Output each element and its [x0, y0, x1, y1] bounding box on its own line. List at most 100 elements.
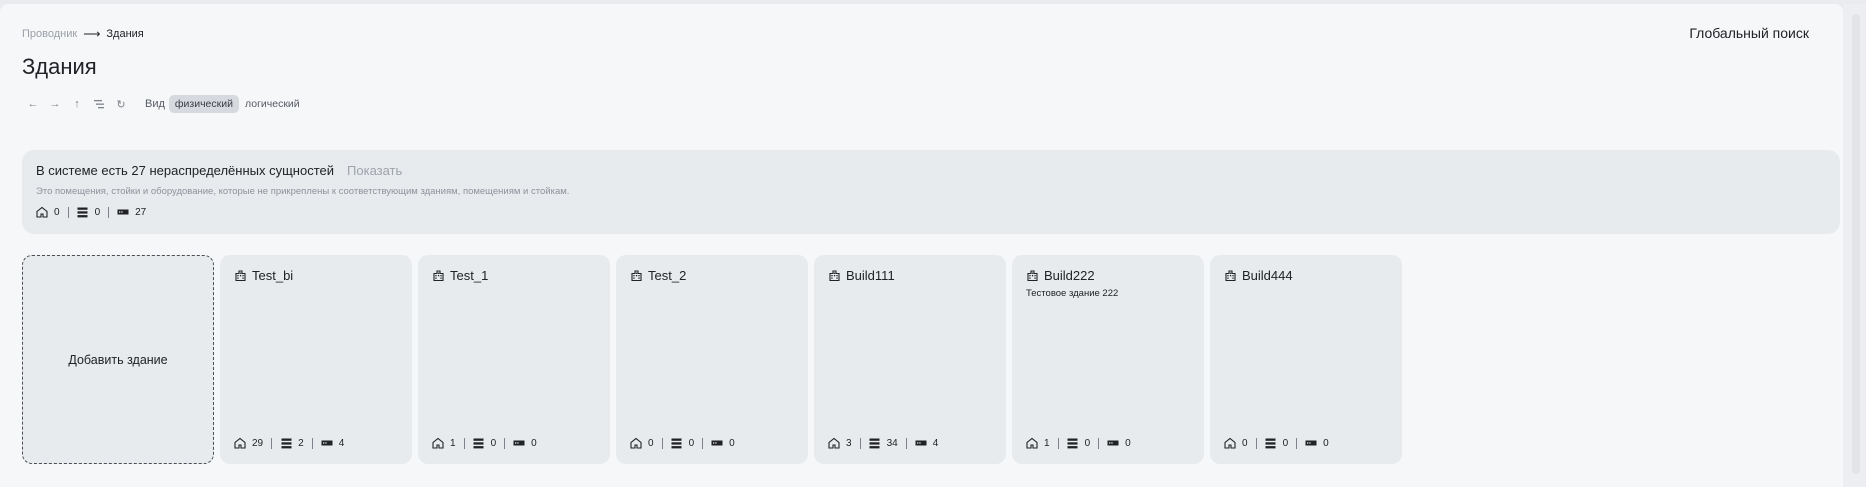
- rooms-count: 1: [1044, 437, 1050, 449]
- page-title: Здания: [22, 54, 97, 79]
- building-card[interactable]: Build444 0 0 0: [1210, 255, 1402, 464]
- breadcrumb-arrow-icon: ⟶: [83, 27, 101, 41]
- view-label: Вид: [145, 98, 165, 110]
- divider: [271, 437, 273, 449]
- building-name: Test_bi: [252, 268, 294, 283]
- building-name: Build111: [846, 268, 895, 283]
- building-name: Test_1: [450, 268, 489, 283]
- unassigned-entities-banner: В системе есть 27 нераспределённых сущно…: [22, 150, 1840, 234]
- device-icon: [1107, 437, 1119, 449]
- rooms-stat: 3: [828, 437, 852, 449]
- divider: [504, 437, 506, 449]
- devices-count: 0: [1323, 437, 1329, 449]
- rack-icon: [1265, 437, 1277, 449]
- divider: [1057, 437, 1059, 449]
- devices-stat: 4: [915, 437, 939, 449]
- racks-stat: 0: [77, 206, 101, 218]
- banner-show-link[interactable]: Показать: [347, 163, 402, 178]
- divider: [905, 437, 907, 449]
- tree-icon-glyph: [94, 99, 104, 108]
- forward-icon[interactable]: →: [44, 94, 66, 114]
- building-stats: 0 0 0: [1224, 437, 1329, 449]
- racks-count: 0: [1282, 437, 1289, 449]
- devices-stat: 0: [711, 437, 735, 449]
- divider: [1098, 437, 1100, 449]
- add-building-button[interactable]: Добавить здание: [22, 255, 214, 464]
- rooms-stat: 29: [234, 437, 263, 449]
- building-name: Build222: [1044, 268, 1095, 283]
- refresh-icon[interactable]: ↻: [110, 94, 132, 114]
- building-card[interactable]: Build222 Тестовое здание 222 1 0 0: [1012, 255, 1204, 464]
- banner-title-row: В системе есть 27 нераспределённых сущно…: [36, 163, 402, 178]
- device-icon: [513, 437, 525, 449]
- divider: [108, 206, 110, 218]
- view-physical-toggle[interactable]: физический: [168, 95, 239, 113]
- breadcrumb-current: Здания: [106, 28, 144, 40]
- room-icon: [432, 437, 444, 449]
- building-card[interactable]: Test_1 1 0 0: [418, 255, 610, 464]
- building-card-header: Test_2: [630, 268, 686, 283]
- devices-count: 0: [729, 437, 735, 449]
- add-building-label: Добавить здание: [68, 352, 168, 367]
- devices-count: 0: [531, 437, 537, 449]
- rooms-stat: 0: [36, 206, 60, 218]
- divider: [463, 437, 465, 449]
- racks-count: 2: [298, 437, 304, 449]
- room-icon: [36, 206, 48, 218]
- rooms-stat: 1: [432, 437, 456, 449]
- up-icon[interactable]: ↑: [66, 94, 88, 114]
- rack-icon: [671, 437, 683, 449]
- rooms-stat: 0: [1224, 437, 1248, 449]
- racks-stat: 0: [671, 437, 695, 449]
- devices-count: 4: [338, 437, 345, 449]
- view-logical-toggle[interactable]: логический: [239, 95, 306, 113]
- rooms-count: 0: [1242, 437, 1248, 449]
- building-card[interactable]: Test_2 0 0 0: [616, 255, 808, 464]
- scrollbar[interactable]: [1843, 4, 1866, 487]
- rooms-count: 29: [252, 437, 264, 449]
- building-card-header: Build111: [828, 268, 895, 283]
- devices-count: 27: [135, 206, 147, 218]
- building-icon: [1026, 270, 1038, 282]
- breadcrumb-parent-link[interactable]: Проводник: [22, 28, 77, 40]
- back-icon[interactable]: ←: [22, 94, 44, 114]
- building-name: Build444: [1242, 268, 1293, 283]
- devices-stat: 0: [1107, 437, 1131, 449]
- main-page: Проводник ⟶ Здания Глобальный поиск Здан…: [0, 4, 1843, 487]
- global-search-link[interactable]: Глобальный поиск: [1689, 25, 1809, 41]
- divider: [67, 206, 69, 218]
- racks-count: 34: [886, 437, 898, 449]
- rack-icon: [473, 437, 485, 449]
- devices-count: 4: [932, 437, 939, 449]
- building-card-header: Test_1: [432, 268, 488, 283]
- rooms-count: 0: [54, 206, 60, 218]
- divider: [1296, 437, 1298, 449]
- racks-count: 0: [94, 206, 101, 218]
- devices-count: 0: [1125, 437, 1131, 449]
- room-icon: [1026, 437, 1038, 449]
- building-icon: [828, 270, 840, 282]
- room-icon: [234, 437, 246, 449]
- building-description: Тестовое здание 222: [1026, 288, 1119, 299]
- racks-stat: 34: [869, 437, 898, 449]
- buildings-grid: Добавить здание Test_bi 29 2 4 Test_1 1 0 0 Te…: [22, 255, 1402, 464]
- banner-description: Это помещения, стойки и оборудование, ко…: [36, 186, 570, 197]
- building-stats: 3 34 4: [828, 437, 938, 449]
- building-card-header: Build222: [1026, 268, 1095, 283]
- building-stats: 29 2 4: [234, 437, 344, 449]
- building-icon: [630, 270, 642, 282]
- building-stats: 1 0 0: [1026, 437, 1131, 449]
- building-card[interactable]: Test_bi 29 2 4: [220, 255, 412, 464]
- racks-stat: 0: [1265, 437, 1289, 449]
- racks-count: 0: [688, 437, 695, 449]
- racks-stat: 2: [280, 437, 304, 449]
- rack-icon: [1067, 437, 1079, 449]
- tree-view-icon[interactable]: [88, 94, 110, 114]
- building-icon: [432, 270, 444, 282]
- scrollbar-thumb[interactable]: [1852, 14, 1860, 474]
- building-card[interactable]: Build111 3 34 4: [814, 255, 1006, 464]
- rack-icon: [77, 206, 89, 218]
- building-stats: 1 0 0: [432, 437, 537, 449]
- building-card-header: Test_bi: [234, 268, 293, 283]
- device-icon: [117, 206, 129, 218]
